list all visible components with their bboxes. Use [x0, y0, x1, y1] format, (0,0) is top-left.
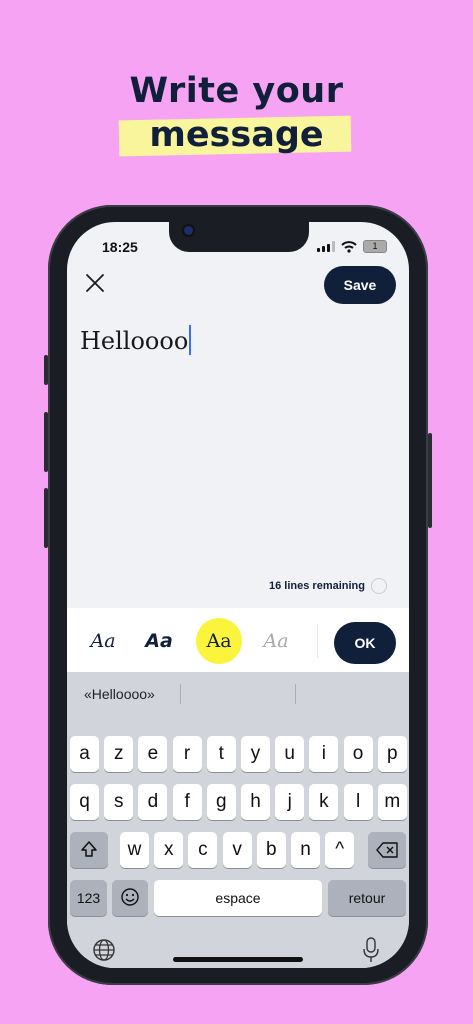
shift-key[interactable]	[70, 832, 108, 868]
key-g[interactable]: g	[206, 784, 236, 820]
font-option-serif-selected[interactable]: Aa	[196, 618, 242, 664]
close-icon[interactable]	[84, 272, 106, 294]
key-s[interactable]: s	[104, 784, 134, 820]
key-h[interactable]: h	[241, 784, 270, 820]
key-u[interactable]: u	[275, 736, 305, 772]
key-t[interactable]: t	[206, 736, 236, 772]
mute-switch	[44, 355, 48, 385]
headline-highlight: message	[118, 114, 352, 157]
save-button[interactable]: Save	[324, 266, 396, 304]
key-y[interactable]: y	[241, 736, 270, 772]
key-a[interactable]: a	[70, 736, 99, 772]
font-option-handwritten[interactable]: Aa	[80, 618, 126, 664]
key-l[interactable]: l	[343, 784, 373, 820]
status-time: 18:25	[102, 239, 138, 255]
headline-line2: message	[149, 115, 324, 155]
headline: Write your message	[0, 70, 473, 157]
key-r[interactable]: r	[172, 736, 202, 772]
volume-up-button	[44, 412, 48, 472]
microphone-icon[interactable]	[363, 937, 379, 963]
message-text: Helloooo	[80, 327, 189, 355]
key-circumflex[interactable]: ^	[325, 832, 355, 868]
key-z[interactable]: z	[104, 736, 134, 772]
battery-icon: 1	[363, 240, 387, 253]
message-input[interactable]: Helloooo	[80, 325, 191, 355]
key-f[interactable]: f	[172, 784, 202, 820]
font-option-italic[interactable]: Aa	[136, 618, 182, 664]
key-e[interactable]: e	[138, 736, 168, 772]
volume-down-button	[44, 488, 48, 548]
phone-frame: 18:25 1 Save Helloooo 16 lines remaining	[44, 205, 432, 985]
suggestion-bar: «Helloooo»	[67, 672, 409, 717]
key-c[interactable]: c	[188, 832, 218, 868]
key-q[interactable]: q	[70, 784, 99, 820]
signal-icon	[317, 241, 335, 252]
space-key[interactable]: espace	[154, 880, 322, 916]
key-b[interactable]: b	[256, 832, 286, 868]
text-caret	[189, 325, 191, 355]
lines-remaining: 16 lines remaining	[269, 578, 387, 594]
key-j[interactable]: j	[275, 784, 305, 820]
key-p[interactable]: p	[377, 736, 407, 772]
return-key[interactable]: retour	[328, 880, 406, 916]
key-o[interactable]: o	[343, 736, 373, 772]
key-d[interactable]: d	[138, 784, 168, 820]
power-button	[428, 433, 432, 528]
key-v[interactable]: v	[222, 832, 252, 868]
key-k[interactable]: k	[309, 784, 339, 820]
key-w[interactable]: w	[120, 832, 149, 868]
delete-key[interactable]	[368, 832, 406, 868]
suggestion-divider	[295, 684, 296, 704]
notch	[169, 222, 309, 252]
status-icons: 1	[317, 240, 387, 253]
suggestion-divider	[180, 684, 181, 704]
headline-line1: Write your	[129, 71, 344, 111]
key-x[interactable]: x	[154, 832, 184, 868]
emoji-key[interactable]	[112, 880, 148, 916]
keyboard: «Helloooo» azertyuiop qsdfghjklm w x c v b n ^…	[67, 672, 409, 968]
emoji-icon	[121, 888, 139, 906]
wifi-icon	[341, 240, 357, 253]
home-indicator	[173, 957, 303, 962]
numbers-key[interactable]: 123	[70, 880, 107, 916]
key-i[interactable]: i	[309, 736, 339, 772]
font-option-script[interactable]: Aa	[253, 618, 299, 664]
font-selector: Aa Aa Aa Aa OK	[67, 608, 409, 672]
key-m[interactable]: m	[377, 784, 407, 820]
globe-icon[interactable]	[92, 938, 116, 962]
ok-button[interactable]: OK	[334, 622, 396, 664]
suggestion-item[interactable]: «Helloooo»	[84, 686, 155, 702]
lines-remaining-label: 16 lines remaining	[269, 580, 365, 592]
screen: 18:25 1 Save Helloooo 16 lines remaining	[67, 222, 409, 968]
backspace-icon	[376, 842, 398, 858]
shift-icon	[81, 841, 97, 857]
key-n[interactable]: n	[291, 832, 320, 868]
camera-icon	[184, 226, 193, 235]
font-bar-divider	[317, 624, 318, 658]
progress-ring-icon	[371, 578, 387, 594]
